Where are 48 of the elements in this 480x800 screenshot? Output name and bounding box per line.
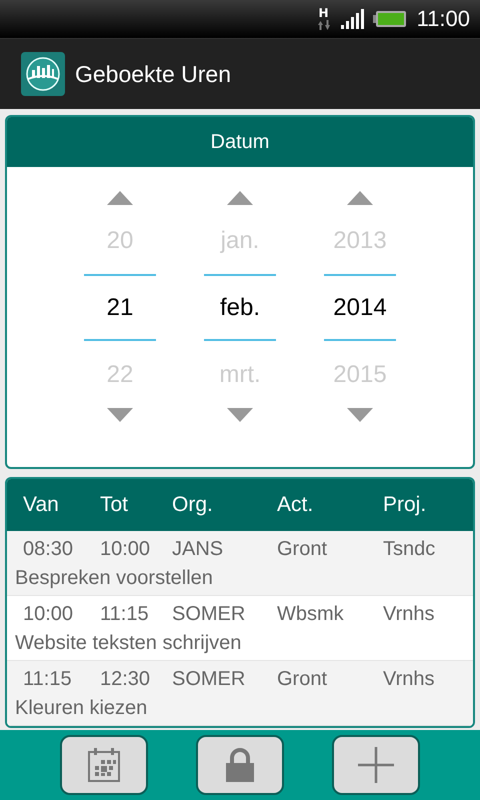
table-cell-text: SOMER — [172, 602, 246, 628]
table-cell-text: Wbsmk — [277, 602, 344, 628]
table-cell-text: 12:30 — [100, 667, 150, 692]
up-arrow-icon[interactable] — [107, 191, 133, 206]
app-logo-icon — [21, 52, 65, 96]
column-header: Tot — [100, 493, 128, 518]
network-type: H — [318, 7, 329, 20]
table-cell-text: JANS — [172, 537, 224, 562]
table-cell-text: Vrnhs — [383, 667, 435, 692]
table-cell-text: 10:00 — [100, 537, 150, 562]
table-cell-text: 11:15 — [23, 667, 72, 692]
column-header: Org. — [172, 493, 213, 518]
selected-value[interactable]: 21 — [84, 274, 156, 342]
app-title: Geboekte Uren — [75, 60, 231, 88]
table-cell-text: SOMER — [172, 667, 246, 692]
table-cell-text: Gront — [277, 537, 328, 562]
calendar-button[interactable] — [60, 735, 148, 796]
up-arrow-icon[interactable] — [347, 191, 373, 206]
clock: 11:00 — [416, 6, 470, 32]
lock-button[interactable] — [196, 735, 284, 796]
row-description: Website teksten schrijven — [15, 631, 242, 656]
down-arrow-icon[interactable] — [347, 408, 373, 422]
add-button[interactable] — [332, 735, 420, 796]
table-cell-text: Vrnhs — [383, 602, 435, 628]
up-arrow-icon[interactable] — [227, 191, 253, 206]
down-arrow-icon[interactable] — [227, 408, 253, 422]
plus-icon — [358, 747, 394, 784]
row-description: Bespreken voorstellen — [15, 566, 213, 592]
down-arrow-icon[interactable] — [107, 408, 133, 422]
column-header: Proj. — [383, 493, 426, 518]
date-header: Datum — [7, 117, 473, 168]
table-row[interactable]: 11:15 12:30 SOMER Gront Vrnhs Kleuren kiezen — [7, 661, 473, 726]
battery-icon — [372, 10, 407, 28]
selected-value[interactable]: 2014 — [324, 274, 396, 342]
data-arrows-icon — [316, 20, 331, 30]
calendar-icon — [88, 748, 120, 782]
selected-value[interactable]: feb. — [204, 274, 276, 342]
row-description: Kleuren kiezen — [15, 696, 148, 722]
column-header: Van — [23, 493, 59, 518]
table-cell-text: 10:00 — [23, 602, 74, 628]
table-cell-text: Gront — [277, 667, 328, 692]
table-cell-text: 08:30 — [23, 537, 74, 562]
table-row[interactable]: 08:30 10:00 JANS Gront Tsndc Bespreken voorstellen — [7, 531, 473, 596]
table-cell-text: Tsndc — [383, 537, 436, 562]
lock-icon — [226, 748, 254, 782]
column-header: Act. — [277, 493, 314, 518]
signal-icon — [340, 8, 367, 29]
table-cell-text: 11:15 — [100, 602, 149, 628]
